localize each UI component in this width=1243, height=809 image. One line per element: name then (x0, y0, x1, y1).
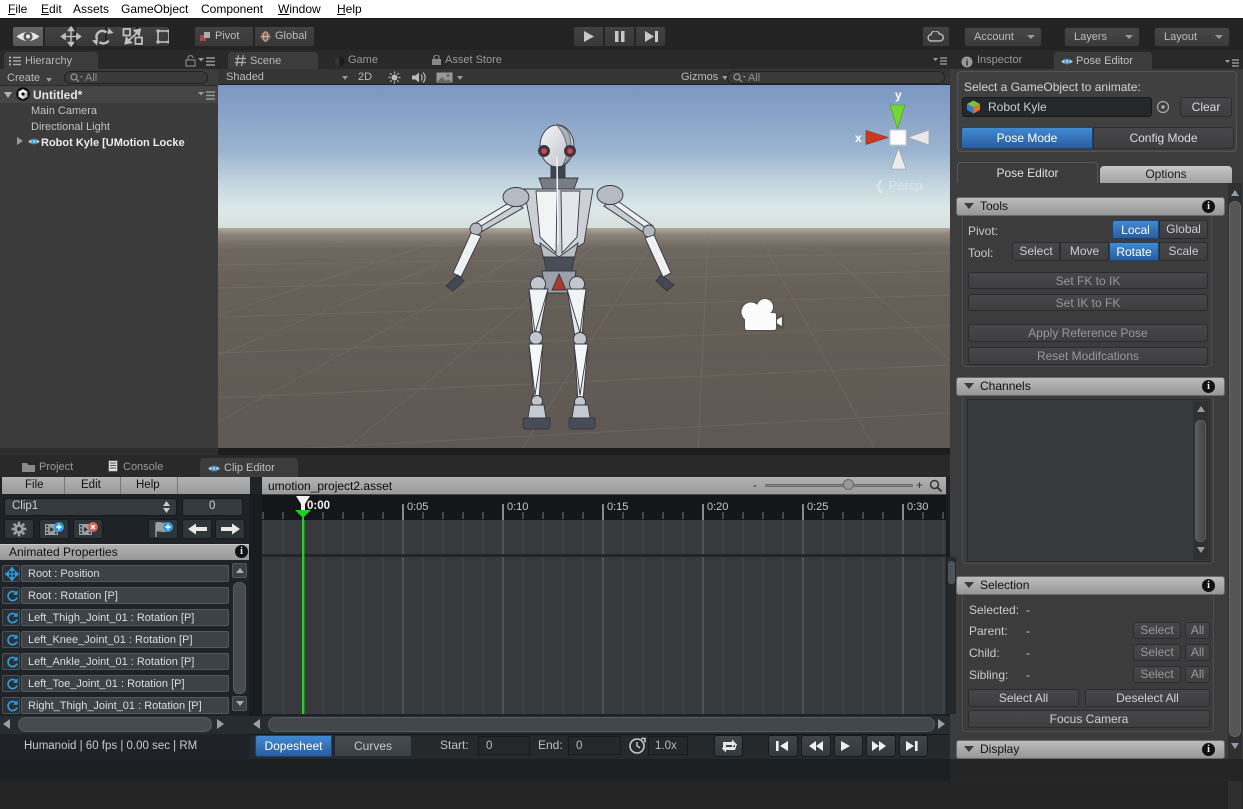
svg-text:y: y (895, 88, 902, 102)
svg-text:0:20: 0:20 (707, 501, 728, 513)
svg-text:❮ Persp: ❮ Persp (874, 178, 922, 194)
svg-text:0:10: 0:10 (507, 501, 528, 513)
svg-text:0:25: 0:25 (807, 501, 828, 513)
svg-text:0:15: 0:15 (607, 501, 628, 513)
svg-text:0:05: 0:05 (407, 501, 428, 513)
svg-text:0:30: 0:30 (907, 501, 928, 513)
svg-text:x: x (855, 131, 862, 145)
